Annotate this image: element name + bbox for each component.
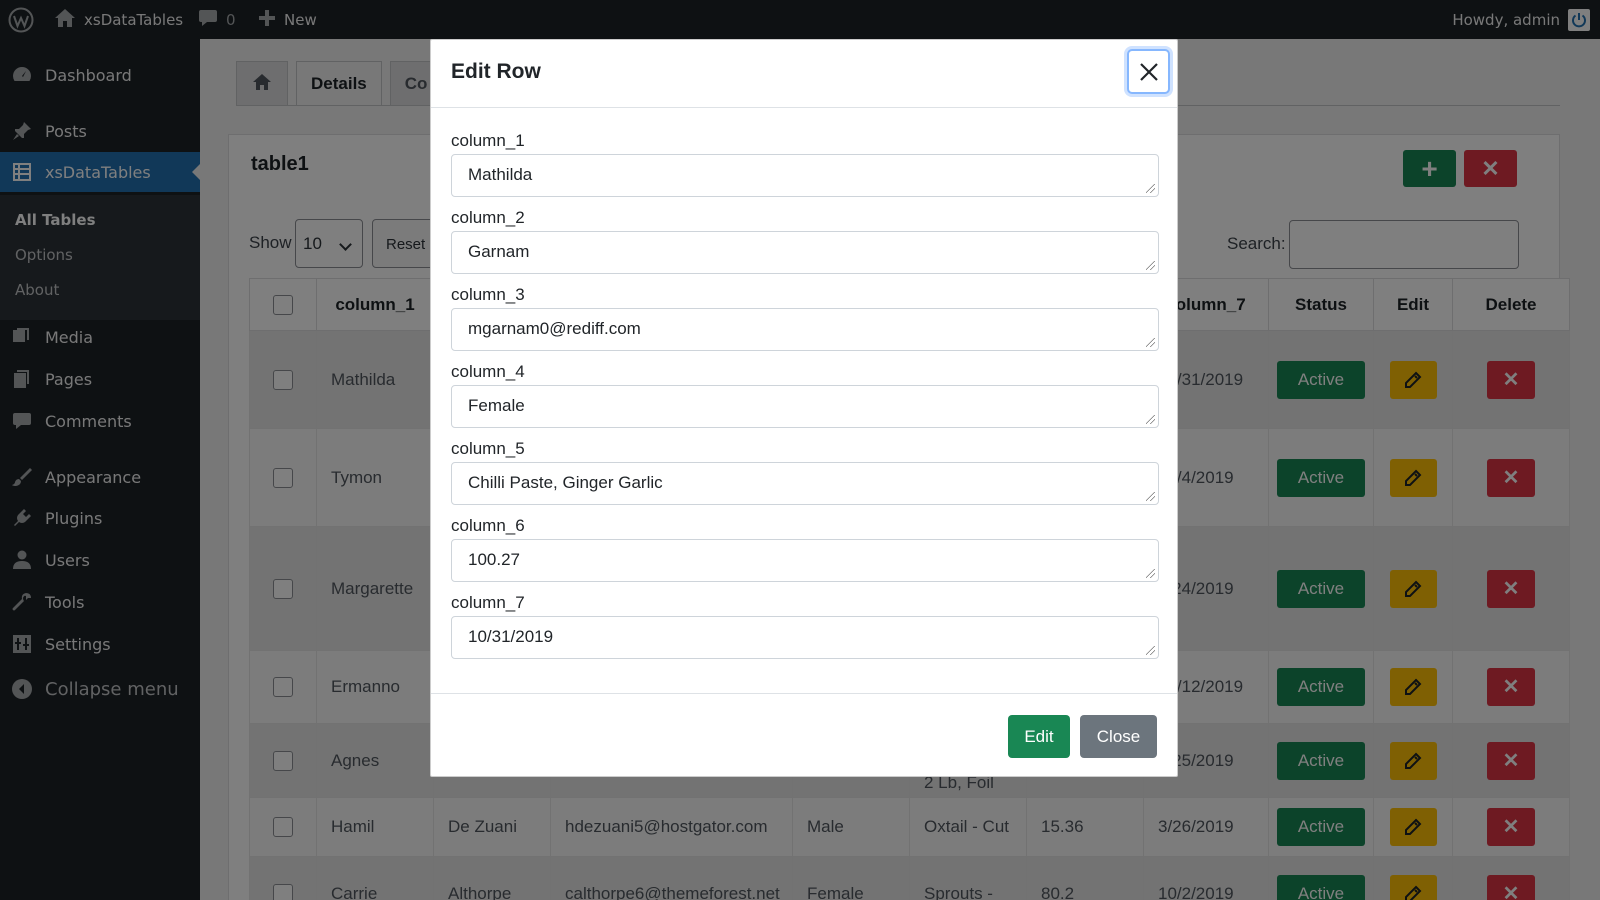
field-input-column-5[interactable]: Chilli Paste, Ginger Garlic xyxy=(451,462,1159,505)
field-label-column-6: column_6 xyxy=(451,516,525,535)
field-label-column-5: column_5 xyxy=(451,439,525,458)
close-icon xyxy=(1139,62,1158,81)
save-edit-button[interactable]: Edit xyxy=(1008,715,1070,758)
field-label-column-7: column_7 xyxy=(451,593,525,612)
modal-header: Edit Row xyxy=(431,40,1177,108)
close-modal-button[interactable]: Close xyxy=(1080,715,1157,758)
modal-footer: Edit Close xyxy=(431,693,1177,778)
field-input-column-6[interactable]: 100.27 xyxy=(451,539,1159,582)
field-label-column-4: column_4 xyxy=(451,362,525,381)
field-input-column-3[interactable]: mgarnam0@rediff.com xyxy=(451,308,1159,351)
field-input-column-7[interactable]: 10/31/2019 xyxy=(451,616,1159,659)
field-input-column-1[interactable]: Mathilda xyxy=(451,154,1159,197)
field-input-column-2[interactable]: Garnam xyxy=(451,231,1159,274)
modal-title: Edit Row xyxy=(451,60,541,83)
field-label-column-1: column_1 xyxy=(451,131,525,150)
field-input-column-4[interactable]: Female xyxy=(451,385,1159,428)
modal-close-button[interactable] xyxy=(1127,49,1170,94)
field-label-column-2: column_2 xyxy=(451,208,525,227)
edit-row-modal: Edit Row column_1 Mathilda column_2 Garn… xyxy=(430,39,1178,777)
field-label-column-3: column_3 xyxy=(451,285,525,304)
